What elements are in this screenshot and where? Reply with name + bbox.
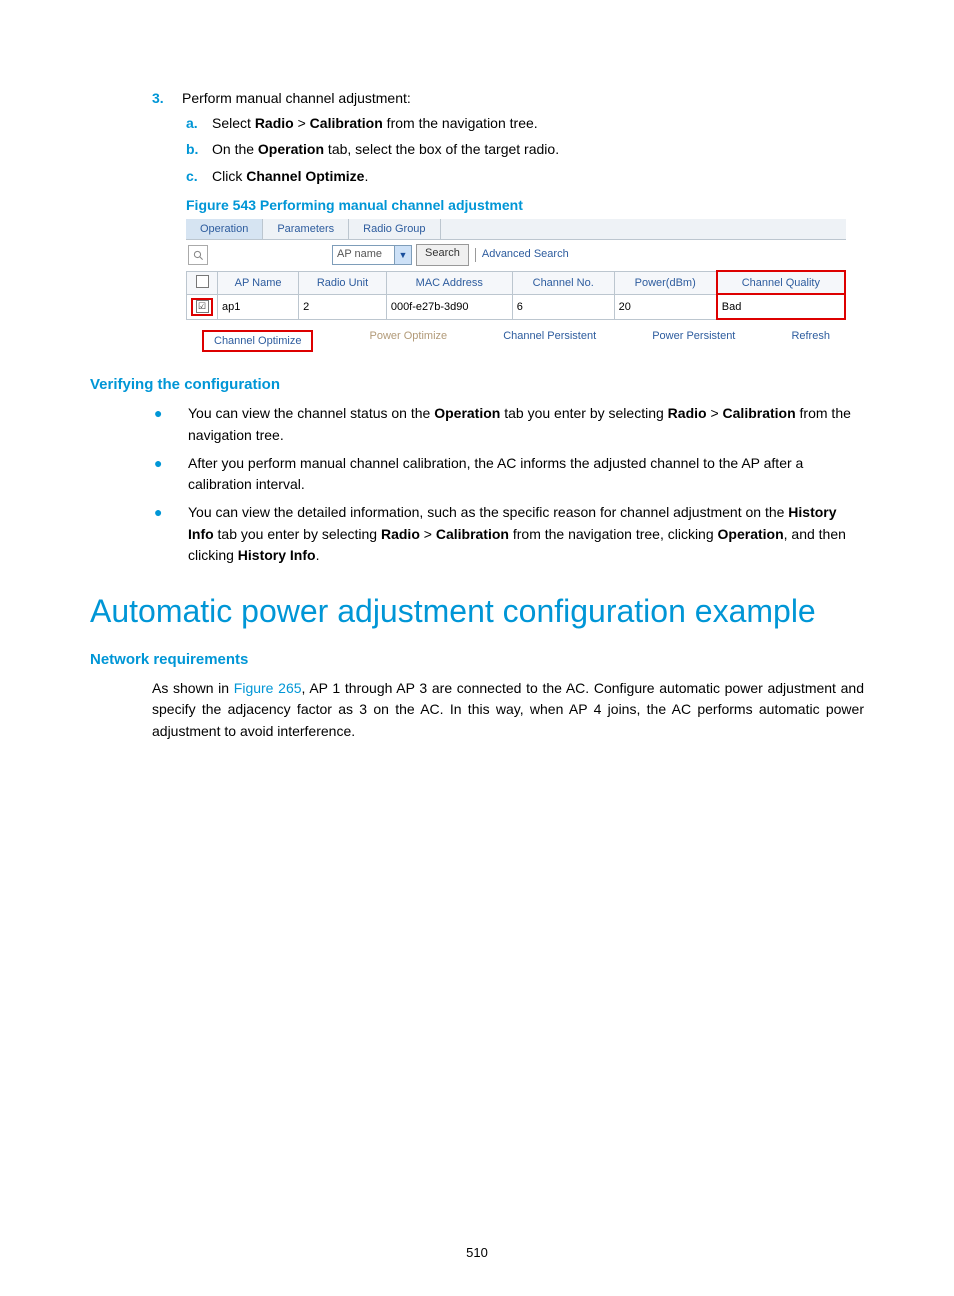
network-req-heading: Network requirements [90,651,864,668]
chevron-down-icon: ▼ [394,246,411,264]
verify-bullet-3: You can view the detailed information, s… [188,502,864,567]
cell-quality: Bad [717,294,845,319]
tab-radio-group[interactable]: Radio Group [349,219,440,239]
bullet-icon: ● [154,403,188,446]
search-icon [188,245,208,265]
col-channel: Channel No. [512,271,614,294]
cell-ap-name: ap1 [218,294,299,319]
figure-caption: Figure 543 Performing manual channel adj… [186,197,864,213]
tab-operation[interactable]: Operation [186,219,263,239]
step-text: Perform manual channel adjustment: [182,90,411,106]
substep-b-letter: b. [186,138,212,160]
filter-select[interactable]: AP name ▼ [332,245,412,265]
channel-optimize-link[interactable]: Channel Optimize [202,330,313,352]
table-row: ☑ ap1 2 000f-e27b-3d90 6 20 Bad [187,294,846,319]
radio-table: AP Name Radio Unit MAC Address Channel N… [186,270,846,320]
power-optimize-link[interactable]: Power Optimize [370,330,448,352]
search-button[interactable]: Search [416,244,469,266]
bullet-icon: ● [154,502,188,567]
figure-screenshot: Operation Parameters Radio Group AP name… [186,219,846,356]
verify-bullet-1: You can view the channel status on the O… [188,403,864,446]
page-number: 510 [0,1245,954,1260]
tab-parameters[interactable]: Parameters [263,219,349,239]
select-all-checkbox[interactable] [196,275,209,288]
filter-select-value: AP name [333,246,394,264]
substep-a-text: Select Radio > Calibration from the navi… [212,112,538,134]
substep-c-text: Click Channel Optimize. [212,165,368,187]
cell-radio-unit: 2 [299,294,387,319]
advanced-search-link[interactable]: Advanced Search [475,248,569,262]
substep-b-text: On the Operation tab, select the box of … [212,138,559,160]
bullet-icon: ● [154,453,188,496]
network-req-paragraph: As shown in Figure 265, AP 1 through AP … [152,678,864,743]
step-number: 3. [152,90,182,106]
col-mac: MAC Address [386,271,512,294]
col-quality: Channel Quality [717,271,845,294]
substep-a-letter: a. [186,112,212,134]
cell-channel: 6 [512,294,614,319]
col-power: Power(dBm) [614,271,717,294]
col-ap-name: AP Name [218,271,299,294]
substep-c-letter: c. [186,165,212,187]
cell-mac: 000f-e27b-3d90 [386,294,512,319]
verify-bullet-2: After you perform manual channel calibra… [188,453,864,496]
col-radio-unit: Radio Unit [299,271,387,294]
cell-power: 20 [614,294,717,319]
row-checkbox[interactable]: ☑ [196,300,209,313]
figure-reference-link[interactable]: Figure 265 [234,680,302,696]
power-persistent-link[interactable]: Power Persistent [652,330,735,352]
verify-heading: Verifying the configuration [90,376,864,393]
channel-persistent-link[interactable]: Channel Persistent [503,330,596,352]
section-heading: Automatic power adjustment configuration… [90,591,864,633]
refresh-link[interactable]: Refresh [791,330,830,352]
